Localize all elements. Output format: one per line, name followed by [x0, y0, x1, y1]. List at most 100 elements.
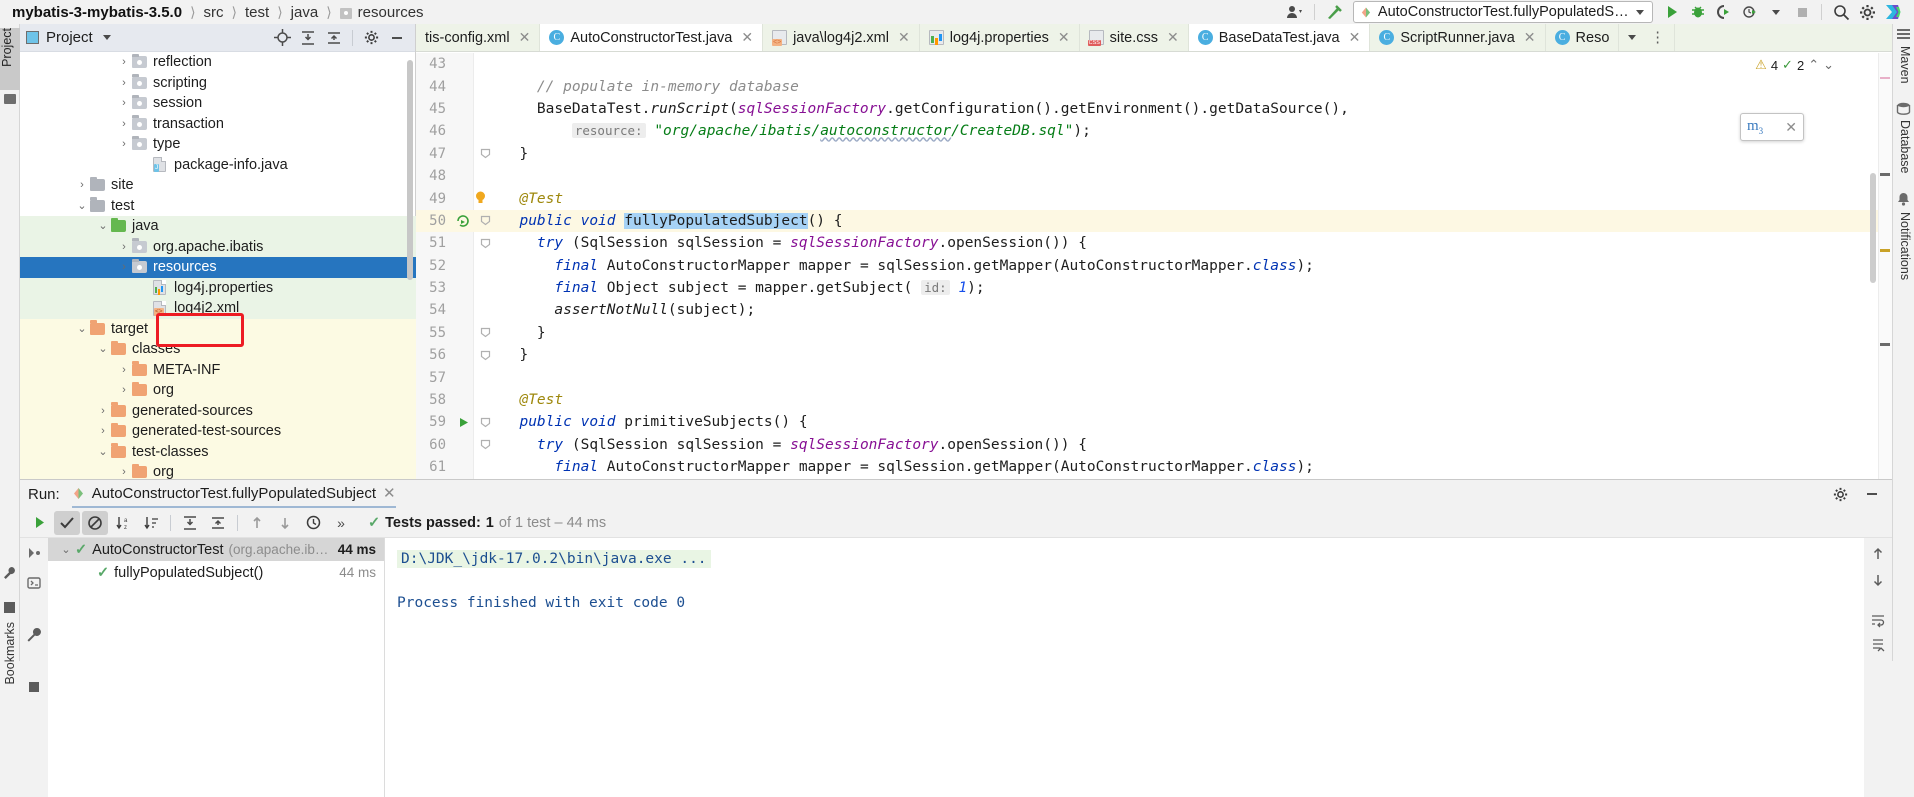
settings-gear-icon[interactable] — [359, 27, 383, 49]
fold-column[interactable] — [474, 148, 496, 159]
tree-node-generated-sources[interactable]: › generated-sources — [20, 400, 416, 421]
collapse-all-icon[interactable] — [322, 27, 346, 49]
expand-all-icon[interactable] — [177, 511, 203, 535]
editor-tab-tis-config-xml[interactable]: tis-config.xml ✕ — [416, 24, 541, 51]
editor-tab-bar[interactable]: tis-config.xml ✕ C AutoConstructorTest.java… — [416, 24, 1892, 52]
editor-tab-log4j-properties[interactable]: log4j.properties ✕ — [919, 24, 1080, 51]
scroll-up-icon[interactable] — [1870, 546, 1886, 562]
settings-gear-icon[interactable] — [1828, 483, 1852, 505]
chevron-down-icon[interactable]: ⌄ — [76, 200, 88, 212]
minimize-icon[interactable] — [1860, 483, 1884, 505]
chevron-right-icon[interactable]: › — [118, 364, 130, 376]
sort-duration-icon[interactable] — [138, 511, 164, 535]
tree-node-log4j2-xml[interactable]: <> log4j2.xml — [20, 298, 416, 319]
editor-tab-site-css[interactable]: site.css ✕ — [1079, 24, 1189, 51]
intention-bulb-icon[interactable] — [475, 191, 486, 204]
sidebar-tab-project[interactable]: Project — [0, 28, 20, 90]
chevron-down-icon[interactable]: ⌄ — [60, 544, 72, 556]
code-line-55[interactable]: 55 } — [416, 322, 1892, 344]
code-line-48[interactable]: 48 — [416, 165, 1892, 187]
stop-square-icon[interactable] — [1789, 0, 1815, 24]
more-icon[interactable]: ⋮ — [1650, 30, 1665, 46]
history-icon[interactable] — [300, 511, 326, 535]
chevron-right-icon[interactable]: › — [118, 77, 130, 89]
bookmarks-rail[interactable]: Bookmarks — [0, 560, 20, 690]
scroll-to-end-icon[interactable] — [1870, 638, 1886, 654]
tree-node-test-classes[interactable]: ⌄ test-classes — [20, 441, 416, 462]
code-line-49[interactable]: 49 @Test — [416, 187, 1892, 209]
project-scrollbar[interactable] — [407, 60, 413, 280]
test-tree-row[interactable]: ⌄ ✓ AutoConstructorTest (org.apache.ib… 44 m… — [48, 538, 384, 561]
debug-icon[interactable] — [1685, 0, 1711, 24]
chevron-right-icon[interactable]: › — [118, 241, 130, 253]
mybatis-popup-card[interactable]: m3 ✕ — [1740, 113, 1804, 141]
code-line-58[interactable]: 58 @Test — [416, 389, 1892, 411]
code-line-54[interactable]: 54 assertNotNull(subject); — [416, 299, 1892, 321]
tree-node-log4j-properties[interactable]: log4j.properties — [20, 277, 416, 298]
close-icon[interactable]: ✕ — [741, 29, 753, 46]
code-line-53[interactable]: 53 final Object subject = mapper.getSubj… — [416, 277, 1892, 299]
expand-all-icon[interactable] — [296, 27, 320, 49]
editor-tab-scriptrunner-java[interactable]: C ScriptRunner.java ✕ — [1370, 24, 1546, 51]
run-configuration-selector[interactable]: AutoConstructorTest.fullyPopulatedSubjec… — [1353, 1, 1653, 23]
chevron-down-icon[interactable]: ⌄ — [1823, 57, 1834, 73]
breadcrumb-item-test[interactable]: test — [245, 4, 269, 21]
editor-tab-basedatatest-java[interactable]: C BaseDataTest.java ✕ — [1188, 24, 1371, 51]
scroll-down-icon[interactable] — [1870, 572, 1886, 588]
chevron-down-icon[interactable] — [1636, 9, 1644, 15]
chevron-down-icon[interactable] — [102, 35, 111, 40]
tree-node-test[interactable]: ⌄ test — [20, 196, 416, 217]
test-results-tree[interactable]: ⌄ ✓ AutoConstructorTest (org.apache.ib… 44 m… — [48, 538, 385, 797]
sort-alpha-icon[interactable]: az — [110, 511, 136, 535]
chevron-up-icon[interactable]: ⌃ — [1808, 57, 1819, 73]
code-content[interactable]: 43 44 // populate in-memory database 45 Ba… — [416, 53, 1892, 479]
maven-icon[interactable] — [1896, 28, 1911, 41]
code-line-46[interactable]: 46 resource: "org/apache/ibatis/autocons… — [416, 120, 1892, 142]
run-with-coverage-icon[interactable] — [1711, 0, 1737, 24]
locate-icon[interactable] — [270, 27, 294, 49]
user-avatar-icon[interactable] — [1282, 0, 1308, 24]
run-icon[interactable] — [1659, 0, 1685, 24]
code-line-45[interactable]: 45 BaseDataTest.runScript(sqlSessionFact… — [416, 98, 1892, 120]
breadcrumb-item-resources[interactable]: resources — [358, 4, 424, 21]
code-line-52[interactable]: 52 final AutoConstructorMapper mapper = … — [416, 255, 1892, 277]
hammer-build-icon[interactable] — [1321, 0, 1347, 24]
tree-node-session[interactable]: › session — [20, 93, 416, 114]
chevron-right-icon[interactable]: › — [118, 466, 130, 478]
hide-ignored-icon[interactable] — [82, 510, 108, 535]
hide-panel-icon[interactable] — [385, 27, 409, 49]
show-passed-icon[interactable] — [54, 510, 80, 535]
close-icon[interactable]: ✕ — [1785, 119, 1797, 136]
chevron-down-icon[interactable]: ⌄ — [76, 323, 88, 335]
tree-node-package-info-java[interactable]: Jpackage-info.java — [20, 155, 416, 176]
project-tree[interactable]: › reflection › scripting › session › transactio… — [20, 52, 416, 479]
fold-column[interactable] — [474, 238, 496, 249]
chevron-right-icon[interactable]: › — [118, 56, 130, 68]
editor-tab-reso[interactable]: C Reso — [1545, 24, 1620, 51]
chevron-down-icon[interactable]: ⌄ — [97, 343, 109, 355]
close-icon[interactable]: ✕ — [383, 484, 396, 502]
tree-node-transaction[interactable]: › transaction — [20, 114, 416, 135]
ide-logo-icon[interactable] — [1880, 0, 1906, 24]
stop-square-icon[interactable] — [4, 602, 15, 613]
fold-column[interactable] — [474, 327, 496, 338]
chevron-right-icon[interactable]: › — [118, 138, 130, 150]
wrench-icon[interactable] — [3, 566, 17, 580]
console-output[interactable]: D:\JDK_\jdk-17.0.2\bin\java.exe ... Proc… — [385, 538, 1864, 797]
close-icon[interactable]: ✕ — [898, 29, 910, 46]
run-options-chevron-icon[interactable] — [1763, 0, 1789, 24]
tree-node-meta-inf[interactable]: › META-INF — [20, 359, 416, 380]
code-line-60[interactable]: 60 try (SqlSession sqlSession = sqlSessi… — [416, 434, 1892, 456]
rail-item-database[interactable]: Database — [1898, 120, 1912, 174]
tree-node-reflection[interactable]: › reflection — [20, 52, 416, 73]
settings-gear-icon[interactable] — [1854, 0, 1880, 24]
next-failed-icon[interactable] — [272, 511, 298, 535]
editor-tab-java-log4j2-xml[interactable]: java\log4j2.xml ✕ — [763, 24, 920, 51]
gutter-icon-slot[interactable] — [452, 214, 474, 228]
tree-node-java[interactable]: ⌄ java — [20, 216, 416, 237]
breadcrumb-item-src[interactable]: src — [204, 4, 224, 21]
tree-node-scripting[interactable]: › scripting — [20, 73, 416, 94]
more-icon[interactable]: » — [328, 511, 354, 535]
rail-item-notifications[interactable]: Notifications — [1898, 212, 1912, 280]
chevron-right-icon[interactable]: › — [118, 261, 130, 273]
